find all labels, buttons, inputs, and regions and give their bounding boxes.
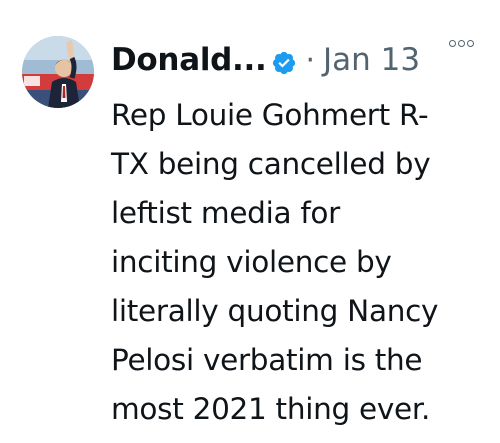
tweet-text: Rep Louie Gohmert R- TX being cancelled … bbox=[111, 98, 439, 426]
author-name[interactable]: Donald... bbox=[111, 42, 267, 78]
more-options-icon[interactable] bbox=[449, 40, 474, 47]
avatar[interactable] bbox=[22, 36, 94, 108]
avatar-image bbox=[22, 36, 94, 108]
verified-badge-icon bbox=[271, 50, 297, 76]
more-dot bbox=[467, 40, 474, 47]
more-dot bbox=[458, 40, 465, 47]
tweet-header: Donald... · Jan 13 bbox=[111, 36, 420, 84]
tweet[interactable]: Donald... · Jan 13 Rep Louie Gohmert R- … bbox=[0, 0, 500, 443]
more-dot bbox=[449, 40, 456, 47]
separator-dot: · bbox=[305, 42, 316, 78]
tweet-date[interactable]: Jan 13 bbox=[323, 42, 420, 78]
